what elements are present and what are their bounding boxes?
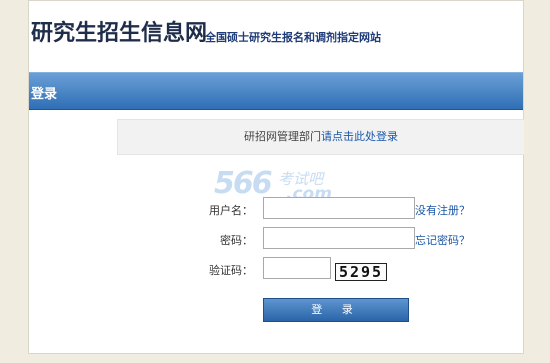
register-link[interactable]: 没有注册？: [415, 202, 470, 218]
notice-prefix: 研招网管理部门: [244, 130, 321, 143]
username-input[interactable]: [263, 197, 415, 219]
login-button[interactable]: 登 录: [263, 298, 409, 322]
captcha-label: 验证码：: [209, 264, 253, 277]
admin-notice: 研招网管理部门请点击此处登录: [117, 119, 524, 155]
username-row: 用户名： 没有注册？: [29, 197, 523, 221]
site-tagline: 全国硕士研究生报名和调剂指定网站: [205, 31, 381, 44]
login-title: 登录: [31, 87, 58, 102]
captcha-row: 验证码： 5295: [29, 257, 523, 281]
password-label: 密码：: [220, 234, 253, 247]
admin-login-link[interactable]: 请点击此处登录: [321, 130, 398, 143]
login-page-frame: 研究生招生信息网 全国硕士研究生报名和调剂指定网站 登录 研招网管理部门请点击此…: [28, 0, 524, 354]
password-row: 密码： 忘记密码？: [29, 227, 523, 251]
captcha-input[interactable]: [263, 257, 331, 279]
login-header-bar: 登录: [29, 72, 523, 110]
watermark-number: 566: [214, 166, 273, 201]
captcha-image[interactable]: 5295: [335, 263, 387, 281]
password-input[interactable]: [263, 227, 415, 249]
forgot-password-link[interactable]: 忘记密码？: [415, 232, 470, 248]
site-logo[interactable]: 研究生招生信息网: [31, 15, 207, 47]
username-label: 用户名：: [209, 204, 253, 217]
